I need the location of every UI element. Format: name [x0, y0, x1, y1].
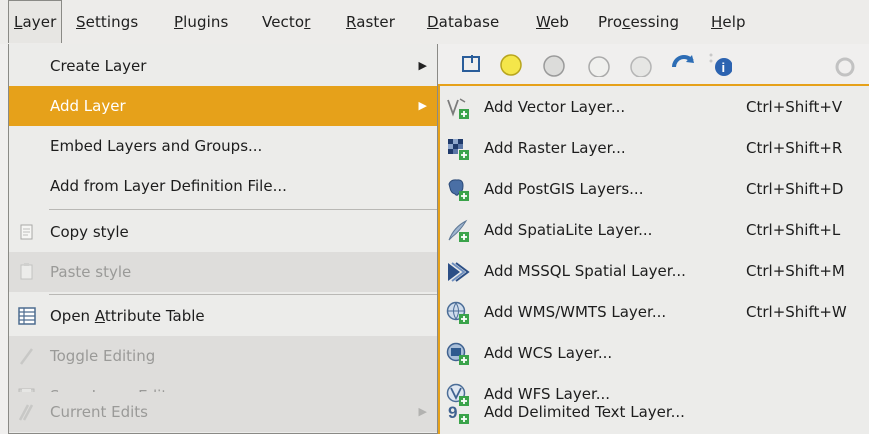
submenu-arrow-icon: ▶ [418, 405, 427, 418]
delimited-text-icon: 9 [448, 403, 469, 424]
add-layer-submenu: Add Vector Layer... Ctrl+Shift+V Add Ras… [438, 84, 869, 434]
postgis-icon [448, 179, 469, 201]
submenu-item-add-wcs-layer[interactable]: Add WCS Layer... [440, 333, 869, 374]
submenu-item-add-vector-layer[interactable]: Add Vector Layer... Ctrl+Shift+V [440, 87, 869, 128]
menu-item-label: Toggle Editing [50, 347, 156, 365]
menu-layer[interactable]: Layer [8, 0, 63, 43]
submenu-item-label: Add Raster Layer... [484, 139, 626, 157]
mssql-icon [448, 262, 470, 282]
menu-item-toggle-editing[interactable]: Toggle Editing [9, 336, 437, 376]
layer-menu: Create Layer ▶ Add Layer ▶ Embed Layers … [8, 44, 438, 434]
circle-outline-icon[interactable] [586, 51, 612, 77]
menu-item-open-attribute-table[interactable]: Open Attribute Table [9, 296, 437, 336]
menu-separator [49, 209, 437, 210]
circle-light-icon[interactable] [628, 51, 654, 77]
pencil-icon [19, 348, 34, 365]
submenu-item-label: Add Vector Layer... [484, 98, 626, 116]
wcs-icon [446, 342, 469, 365]
menu-raster[interactable]: Raster [346, 0, 395, 44]
submenu-item-add-spatialite-layer[interactable]: Add SpatiaLite Layer... Ctrl+Shift+L [440, 210, 869, 251]
vector-layer-icon [447, 98, 469, 119]
menu-separator [49, 294, 437, 295]
menu-item-copy-style[interactable]: Copy style [9, 212, 437, 252]
spatialite-icon [448, 219, 469, 242]
menu-item-label: Copy style [50, 223, 129, 241]
submenu-item-add-raster-layer[interactable]: Add Raster Layer... Ctrl+Shift+R [440, 128, 869, 169]
svg-text:i: i [722, 60, 726, 75]
toolbar: i [438, 44, 869, 84]
menu-item-current-edits[interactable]: Current Edits ▶ [9, 392, 437, 432]
shortcut-text: Ctrl+Shift+D [746, 180, 844, 198]
gear-icon[interactable] [832, 51, 858, 77]
menu-vector[interactable]: Vector [262, 0, 310, 44]
submenu-item-label: Add PostGIS Layers... [484, 180, 644, 198]
menu-item-label: Current Edits [50, 403, 148, 421]
menu-processing[interactable]: Processing [598, 0, 679, 44]
menu-item-paste-style[interactable]: Paste style [9, 252, 437, 292]
select-features-icon[interactable] [460, 51, 486, 77]
shortcut-text: Ctrl+Shift+W [746, 303, 847, 321]
submenu-item-label: Add Delimited Text Layer... [484, 403, 685, 421]
menu-item-label: Open Attribute Table [50, 307, 205, 325]
wms-icon [446, 301, 469, 324]
submenu-item-add-mssql-spatial-layer[interactable]: Add MSSQL Spatial Layer... Ctrl+Shift+M [440, 251, 869, 292]
menu-settings[interactable]: Settings [76, 0, 138, 44]
shortcut-text: Ctrl+Shift+L [746, 221, 841, 239]
menu-item-add-layer[interactable]: Add Layer ▶ [9, 86, 437, 126]
shortcut-text: Ctrl+Shift+M [746, 262, 845, 280]
submenu-item-label: Add WCS Layer... [484, 344, 613, 362]
circle-tool-icon[interactable] [541, 51, 567, 77]
zoom-selection-icon[interactable] [498, 51, 524, 77]
menu-item-create-layer[interactable]: Create Layer ▶ [9, 46, 437, 86]
submenu-item-add-wms-wmts-layer[interactable]: Add WMS/WMTS Layer... Ctrl+Shift+W [440, 292, 869, 333]
info-icon[interactable]: i [706, 51, 732, 77]
submenu-item-label: Add SpatiaLite Layer... [484, 221, 653, 239]
submenu-item-add-delimited-text-layer[interactable]: 9 Add Delimited Text Layer... [440, 392, 869, 433]
submenu-arrow-icon: ▶ [418, 59, 427, 72]
shortcut-text: Ctrl+Shift+V [746, 98, 843, 116]
paste-style-icon [20, 263, 33, 280]
menu-item-embed-layers[interactable]: Embed Layers and Groups... [9, 126, 437, 166]
copy-style-icon [20, 224, 33, 240]
attribute-table-icon [18, 307, 36, 325]
menu-database[interactable]: Database [427, 0, 499, 44]
submenu-item-add-postgis-layers[interactable]: Add PostGIS Layers... Ctrl+Shift+D [440, 169, 869, 210]
menu-item-label: Embed Layers and Groups... [50, 137, 263, 155]
menu-item-label: Add from Layer Definition File... [50, 177, 287, 195]
menu-item-label: Add Layer [50, 97, 126, 115]
menu-web[interactable]: Web [536, 0, 569, 44]
current-edits-icon [18, 404, 34, 421]
submenu-item-label: Add WMS/WMTS Layer... [484, 303, 667, 321]
menu-item-add-layer-definition[interactable]: Add from Layer Definition File... [9, 166, 437, 206]
refresh-icon[interactable] [670, 51, 696, 77]
menu-item-label: Paste style [50, 263, 132, 281]
menu-plugins[interactable]: Plugins [174, 0, 228, 44]
menu-help[interactable]: Help [711, 0, 746, 44]
shortcut-text: Ctrl+Shift+R [746, 139, 843, 157]
menu-bar: Layer Settings Plugins Vector Raster Dat… [0, 0, 869, 44]
submenu-arrow-icon: ▶ [418, 99, 427, 112]
raster-layer-icon [448, 139, 469, 160]
svg-text:9: 9 [448, 403, 457, 422]
submenu-item-label: Add MSSQL Spatial Layer... [484, 262, 686, 280]
menu-item-label: Create Layer [50, 57, 147, 75]
